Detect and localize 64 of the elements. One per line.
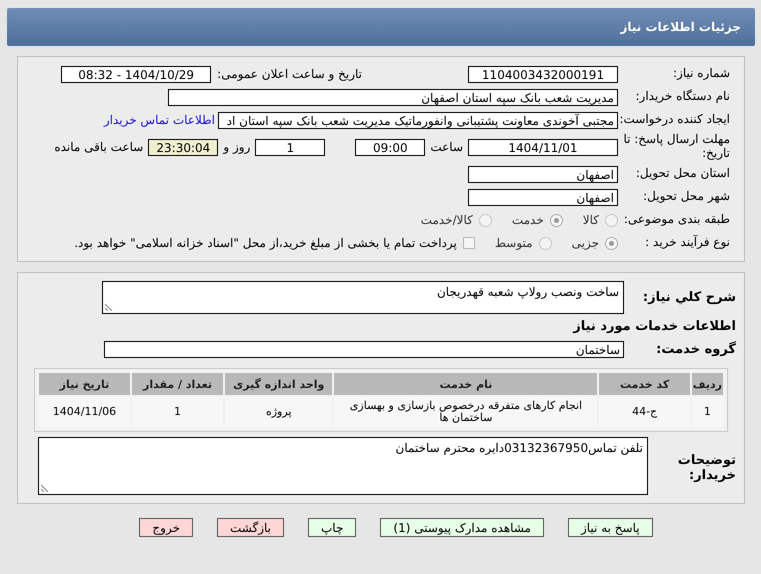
field-label: توضیحات خریدار: — [676, 452, 737, 485]
text-field[interactable]: اصفهان — [468, 166, 618, 182]
field-label: نوع فرآیند خرید : — [644, 236, 731, 250]
table-cell: 1 — [132, 397, 224, 427]
radio-button[interactable] — [605, 236, 618, 250]
field-label: نام دستگاه خریدار: — [634, 90, 731, 104]
time-label: ساعت — [430, 140, 463, 154]
remaining-label: ساعت باقی مانده — [54, 140, 144, 154]
contact-link[interactable]: اطلاعات تماس خریدار — [104, 113, 215, 127]
notes-area[interactable]: تلفن تماس03132367950دایره محترم ساختمان — [38, 437, 648, 495]
radio-button[interactable] — [550, 214, 563, 226]
days-label: روز و — [223, 140, 250, 154]
column-header: کد خدمت — [599, 373, 690, 395]
option-label: متوسط — [494, 236, 533, 250]
field-label: تاریخ و ساعت اعلان عمومی: — [217, 67, 362, 81]
field-label: شماره نیاز: — [672, 67, 731, 81]
table-cell: ج-44 — [599, 397, 690, 427]
action-button[interactable]: مشاهده مدارک پیوستی (1) — [380, 518, 544, 537]
text-field[interactable]: اصفهان — [468, 188, 618, 206]
checkbox[interactable] — [462, 237, 475, 249]
text-field[interactable]: 09:00 — [355, 138, 426, 156]
countdown-field[interactable]: 23:30:04 — [148, 138, 218, 156]
field-label: ایجاد کننده درخواست: — [618, 113, 731, 127]
table-cell: پروژه — [225, 397, 332, 427]
column-header: تعداد / مقدار — [132, 373, 224, 395]
description-text: ساخت ونصب رولاپ شعبه قهدریجان — [436, 284, 619, 298]
option-label: کالا — [582, 213, 599, 227]
option-label: خدمت — [512, 213, 544, 227]
text-field[interactable]: مجتبی آخوندی معاونت پشتیبانی وانفورماتیک مدیریت شعب بانک سپه استان اد — [218, 112, 618, 128]
radio-button[interactable] — [605, 214, 618, 226]
section-title: اطلاعات خدمات مورد نیاز — [572, 319, 737, 334]
field-label: شهر محل تحویل: — [642, 190, 731, 204]
field-label: طبقه بندی موضوعی: — [622, 213, 731, 227]
resize-grip-icon[interactable] — [41, 484, 49, 492]
text-field[interactable]: 1404/11/01 — [468, 138, 618, 156]
page-title: جزئیات اطلاعات نیاز — [620, 20, 741, 34]
action-button[interactable]: چاپ — [308, 518, 356, 537]
option-label: جزیی — [572, 236, 599, 250]
text-field[interactable]: 1 — [255, 138, 326, 156]
column-header: ردیف — [692, 373, 723, 395]
action-button[interactable]: بازگشت — [217, 518, 284, 537]
action-button[interactable]: پاسخ به نیاز — [568, 518, 653, 537]
notes-text: تلفن تماس03132367950دایره محترم ساختمان — [396, 441, 643, 455]
text-field[interactable]: 1404/10/29 - 08:32 — [61, 66, 212, 82]
action-button[interactable]: خروج — [139, 518, 193, 537]
text-field[interactable]: ساختمان — [104, 340, 624, 358]
column-header: نام خدمت — [334, 373, 598, 395]
radio-button[interactable] — [538, 236, 552, 250]
radio-button[interactable] — [478, 214, 492, 226]
checkbox-label: پرداخت تمام یا بخشی از مبلغ خرید،از محل "اسناد خزانه اسلامی" خواهد بود. — [74, 236, 457, 250]
table-cell: انجام کارهای متفرقه درخصوص بازسازی و بهسازی ساختمان ها — [334, 397, 598, 427]
field-label: گروه خدمت: — [655, 342, 737, 356]
column-header: واحد اندازه گیری — [225, 373, 332, 395]
field-label: مهلت ارسال پاسخ: تا تاریخ: — [622, 133, 731, 161]
description-area[interactable]: ساخت ونصب رولاپ شعبه قهدریجان — [102, 280, 624, 314]
field-label: شرح کلي نياز: — [642, 290, 737, 304]
resize-grip-icon[interactable] — [105, 302, 113, 310]
text-field[interactable]: 1104003432000191 — [468, 66, 618, 82]
table-cell: 1404/11/06 — [39, 397, 130, 427]
table-cell: 1 — [692, 397, 723, 427]
column-header: تاریخ نیاز — [39, 373, 130, 395]
field-label: استان محل تحویل: — [634, 167, 731, 181]
text-field[interactable]: مدیریت شعب بانک سپه استان اصفهان — [168, 88, 618, 106]
option-label: کالا/خدمت — [420, 213, 473, 227]
